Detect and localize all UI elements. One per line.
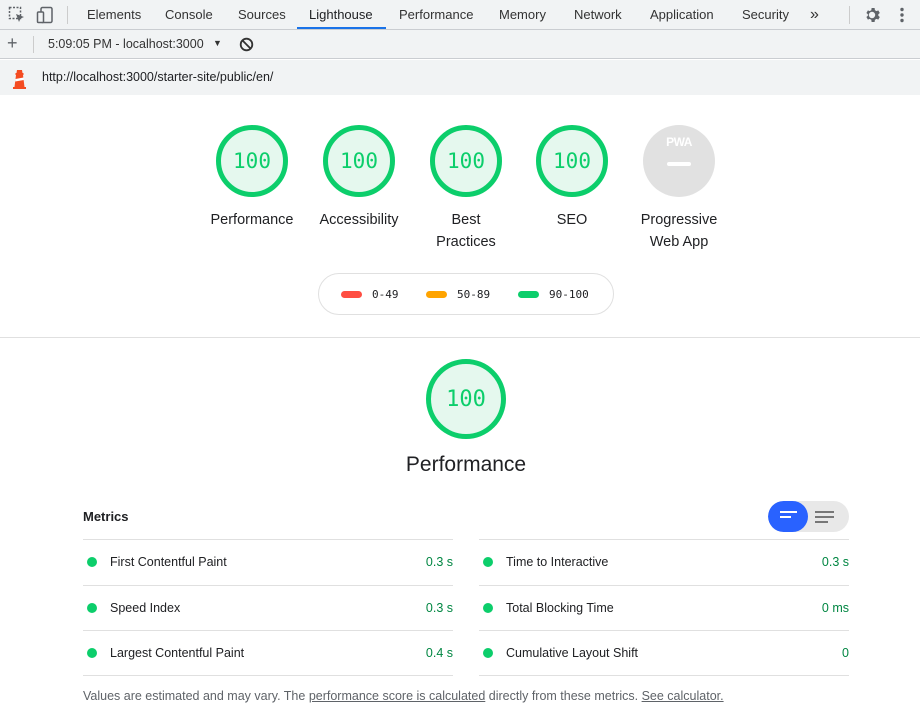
short-lines-icon: [780, 511, 797, 521]
compact-view-button[interactable]: [768, 501, 808, 532]
lighthouse-toolbar: + 5:09:05 PM - localhost:3000 ▼: [0, 30, 920, 59]
metric-name: Speed Index: [110, 601, 181, 615]
metrics-view-toggle[interactable]: [768, 501, 849, 532]
section-title: Performance: [405, 453, 527, 476]
gauge-label: Performance: [210, 212, 294, 228]
pass-indicator-icon: [483, 648, 493, 658]
pass-indicator-icon: [87, 648, 97, 658]
gauge-label: Accessibility: [319, 212, 399, 228]
toolbar-divider: [67, 6, 68, 24]
toolbar-divider: [33, 36, 34, 53]
metric-row: Largest Contentful Paint 0.4 s: [83, 630, 453, 675]
score-legend: 0-49 50-89 90-100: [318, 273, 614, 315]
legend-range: 50-89: [457, 288, 491, 301]
inspect-element-icon[interactable]: [8, 6, 26, 24]
legend-swatch: [341, 290, 362, 298]
pass-indicator-icon: [483, 557, 493, 567]
pwa-badge-icon: PWA: [643, 125, 715, 197]
score-value: 100: [553, 149, 591, 173]
legend-item-pass: 90-100: [518, 288, 589, 301]
metrics-heading: Metrics: [83, 509, 129, 524]
gauge-accessibility[interactable]: 100 Accessibility: [305, 125, 413, 231]
metric-row: Total Blocking Time 0 ms: [479, 585, 849, 630]
tab-security[interactable]: Security: [742, 0, 789, 30]
more-tabs-icon[interactable]: »: [810, 0, 819, 30]
pass-indicator-icon: [483, 603, 493, 613]
clear-reports-icon[interactable]: [239, 37, 254, 52]
metric-row: Time to Interactive 0.3 s: [479, 539, 849, 584]
report-selector[interactable]: 5:09:05 PM - localhost:3000: [48, 37, 204, 51]
footnote-text: directly from these metrics.: [485, 689, 642, 703]
metric-value: 0 ms: [821, 601, 849, 615]
legend-range: 0-49: [372, 288, 399, 301]
metric-name: Largest Contentful Paint: [110, 646, 245, 660]
metric-row: First Contentful Paint 0.3 s: [83, 539, 453, 584]
metric-row: Speed Index 0.3 s: [83, 585, 453, 630]
new-report-icon[interactable]: +: [7, 34, 18, 52]
pass-indicator-icon: [87, 557, 97, 567]
metric-value: 0.3 s: [425, 601, 453, 615]
lines-icon: [815, 511, 834, 526]
metric-value: 0.3 s: [821, 555, 849, 569]
gauge-pwa[interactable]: PWA Progressive Web App: [625, 125, 733, 253]
gauge-label: Progressive Web App: [640, 212, 718, 250]
see-calculator-link[interactable]: See calculator.: [642, 689, 724, 703]
metric-name: Time to Interactive: [506, 555, 609, 569]
toolbar-divider: [849, 6, 850, 24]
metrics-divider: [83, 675, 453, 676]
score-value: 100: [233, 149, 271, 173]
tab-lighthouse[interactable]: Lighthouse: [309, 0, 373, 30]
metric-value: 0: [842, 646, 849, 660]
performance-score-gauge: 100: [426, 359, 506, 439]
active-tab-indicator: [297, 27, 386, 29]
device-toolbar-icon[interactable]: [36, 6, 54, 24]
tab-network[interactable]: Network: [574, 0, 622, 30]
score-value: 100: [446, 386, 486, 412]
metric-value: 0.3 s: [425, 555, 453, 569]
gear-icon[interactable]: [863, 6, 881, 24]
metric-row: Cumulative Layout Shift 0: [479, 630, 849, 675]
pass-indicator-icon: [87, 603, 97, 613]
chevron-down-icon[interactable]: ▼: [213, 38, 222, 48]
gauge-label: SEO: [556, 212, 588, 228]
more-options-icon[interactable]: [893, 6, 911, 24]
score-ring: 100: [536, 125, 608, 197]
report-url[interactable]: http://localhost:3000/starter-site/publi…: [42, 70, 273, 84]
expanded-view-button[interactable]: [809, 501, 849, 532]
gauge-best-practices[interactable]: 100 Best Practices: [412, 125, 520, 253]
metrics-footnote: Values are estimated and may vary. The p…: [83, 689, 724, 703]
footnote-text: Values are estimated and may vary. The: [83, 689, 309, 703]
tab-application[interactable]: Application: [650, 0, 714, 30]
metric-name: Total Blocking Time: [506, 601, 614, 615]
devtools-tabbar: Elements Console Sources Lighthouse Perf…: [0, 0, 920, 30]
tab-console[interactable]: Console: [165, 0, 213, 30]
score-ring: 100: [216, 125, 288, 197]
legend-swatch: [518, 290, 539, 298]
score-value: 100: [340, 149, 378, 173]
tab-memory[interactable]: Memory: [499, 0, 546, 30]
score-ring: 100: [323, 125, 395, 197]
score-calculation-link[interactable]: performance score is calculated: [309, 689, 485, 703]
tab-elements[interactable]: Elements: [87, 0, 141, 30]
legend-item-fail: 0-49: [341, 288, 399, 301]
pwa-badge-text: PWA: [666, 135, 692, 149]
metric-value: 0.4 s: [425, 646, 453, 660]
report-url-row: http://localhost:3000/starter-site/publi…: [0, 60, 920, 95]
gauge-performance[interactable]: 100 Performance: [198, 125, 306, 231]
tab-performance[interactable]: Performance: [399, 0, 473, 30]
legend-item-average: 50-89: [426, 288, 490, 301]
lighthouse-logo-icon: [13, 70, 26, 89]
score-ring: 100: [430, 125, 502, 197]
gauge-label: Best Practices: [436, 212, 496, 250]
metric-name: Cumulative Layout Shift: [506, 646, 639, 660]
section-divider: [0, 337, 920, 338]
score-value: 100: [447, 149, 485, 173]
metrics-divider: [479, 675, 849, 676]
metric-name: First Contentful Paint: [110, 555, 227, 569]
legend-swatch: [426, 290, 447, 298]
legend-range: 90-100: [549, 288, 589, 301]
gauge-seo[interactable]: 100 SEO: [518, 125, 626, 231]
pwa-dash: [667, 162, 691, 166]
tab-sources[interactable]: Sources: [238, 0, 286, 30]
